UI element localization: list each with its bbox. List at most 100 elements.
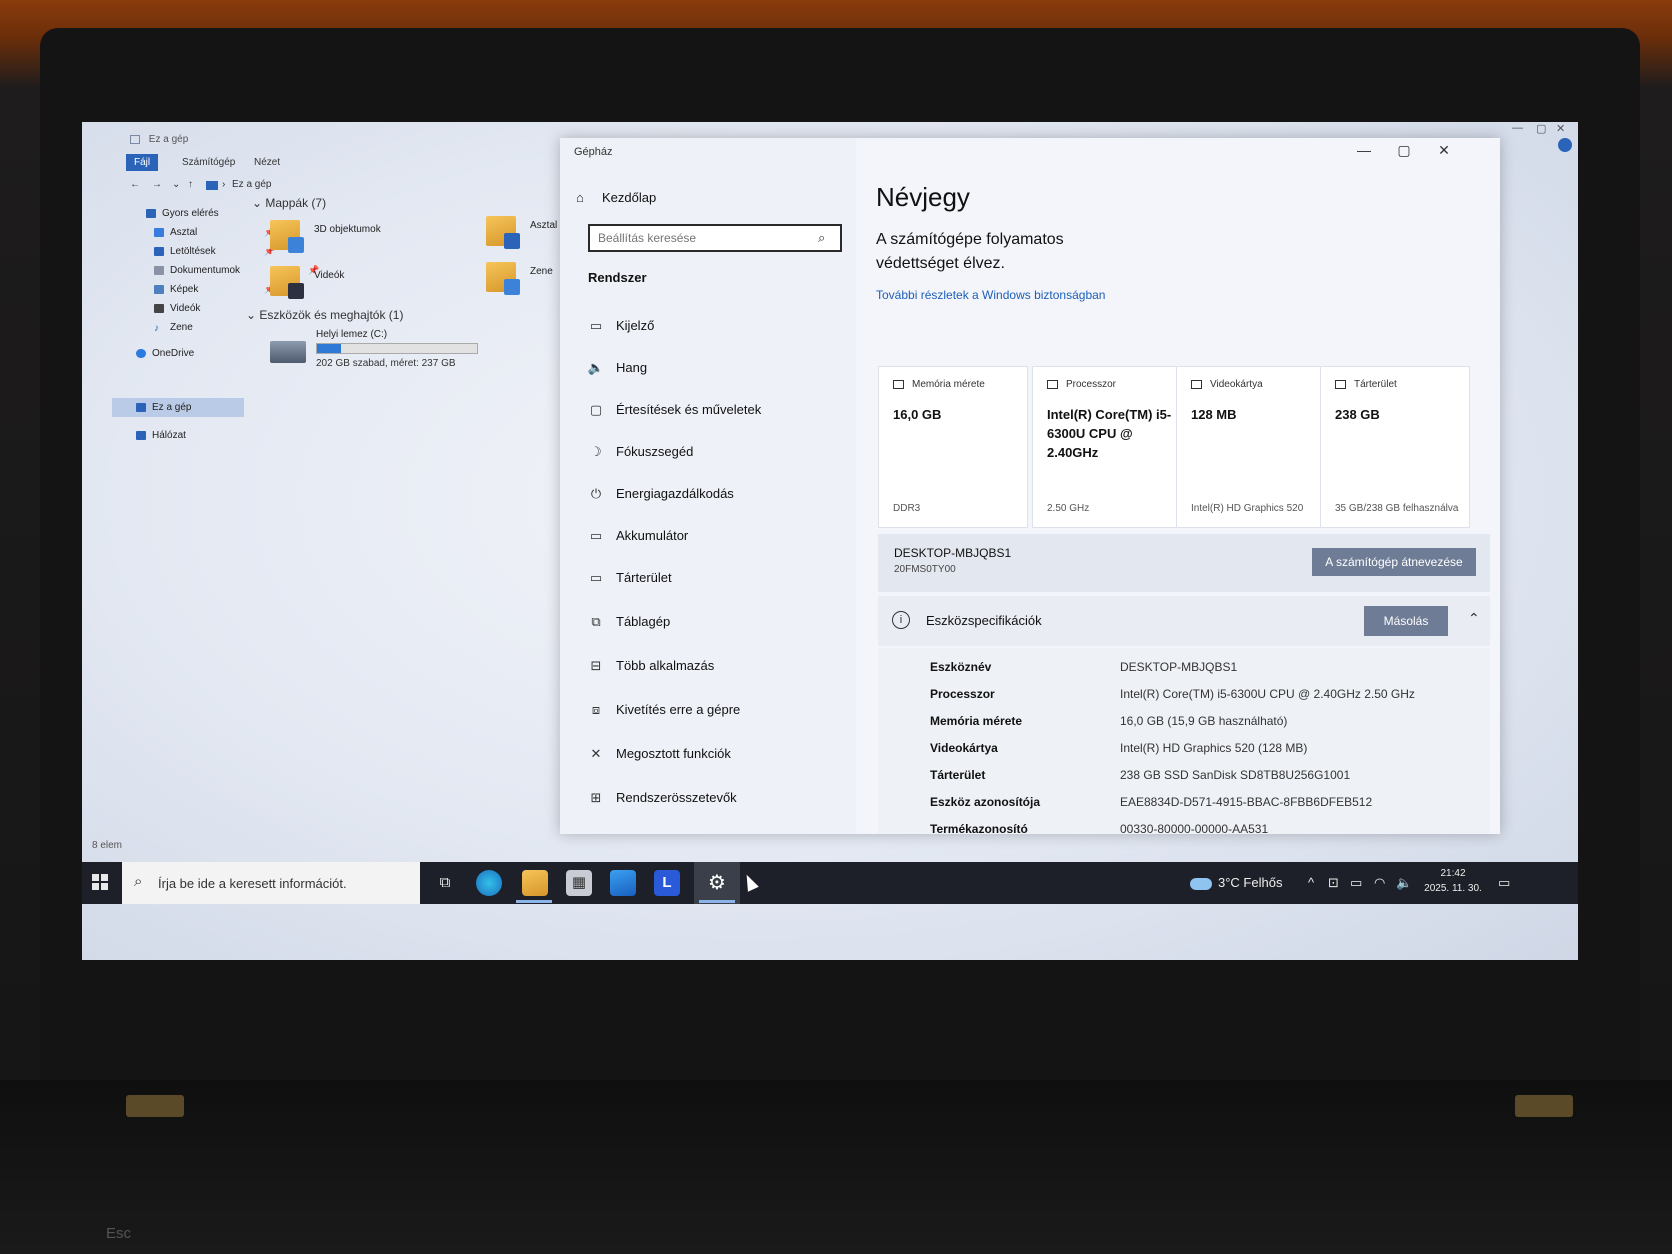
ribbon-tab-view[interactable]: Nézet <box>246 154 288 171</box>
weather-widget[interactable]: 3°C Felhős <box>1190 875 1282 890</box>
chevron-down-icon[interactable]: ⌄ <box>172 179 180 190</box>
spec-card-sub: 2.50 GHz <box>1047 503 1090 514</box>
settings-home-link[interactable]: ⌂ Kezdőlap <box>576 190 656 205</box>
spec-value: 238 GB SSD SanDisk SD8TB8U256G1001 <box>1120 768 1351 782</box>
help-icon[interactable] <box>1558 138 1572 152</box>
spec-value: 00330-80000-00000-AA531 <box>1120 822 1269 834</box>
folders-section-header[interactable]: ⌄ Mappák (7) <box>252 196 326 210</box>
nav-item-network[interactable]: Hálózat <box>136 430 186 441</box>
nav-item-music[interactable]: ♪ Zene <box>154 322 193 334</box>
nav-item-this-pc[interactable]: Ez a gép <box>136 402 191 413</box>
nav-item-videos[interactable]: Videók <box>154 303 200 314</box>
desktop-icon <box>154 227 164 237</box>
store-icon[interactable]: ▦ <box>566 870 592 896</box>
settings-section-title: Rendszer <box>588 270 647 285</box>
settings-nav-item[interactable]: ⧉ Táblagép <box>586 614 670 630</box>
spec-value: Intel(R) HD Graphics 520 (128 MB) <box>1120 741 1308 755</box>
settings-minimize-button[interactable]: — <box>1352 142 1376 158</box>
spec-key: Termékazonosító <box>930 822 1028 834</box>
settings-nav-item[interactable]: ⧈ Kivetítés erre a gépre <box>586 702 740 718</box>
app-l-icon[interactable]: L <box>654 870 680 896</box>
task-view-icon[interactable]: ⧉ <box>432 870 458 896</box>
settings-search-input[interactable] <box>588 224 842 252</box>
settings-sidebar: Gépház ⌂Kezdőlap ⌕ Rendszer ▭Kijelző 🔈Han… <box>560 138 856 834</box>
spec-key: Videokártya <box>930 741 998 755</box>
security-details-link[interactable]: További részletek a Windows biztonságban <box>876 288 1105 302</box>
spec-card: Processzor Intel(R) Core(TM) i5-6300U CPU… <box>1032 366 1182 528</box>
nav-item-onedrive[interactable]: OneDrive <box>136 348 194 359</box>
settings-nav-item[interactable]: ▭ Akkumulátor <box>586 528 688 544</box>
file-explorer-icon[interactable] <box>522 870 548 896</box>
settings-nav-item[interactable]: ▭ Kijelző <box>586 318 654 334</box>
settings-nav-item[interactable]: ✕ Megosztott funkciók <box>586 746 731 762</box>
explorer-title-bar: Ez a gép <box>130 134 188 145</box>
settings-nav-item[interactable]: ⊟ Több alkalmazás <box>586 658 715 674</box>
address-path[interactable]: Ez a gép <box>232 179 271 190</box>
settings-title: Gépház <box>574 146 613 158</box>
settings-nav-item[interactable]: ▭ Tárterület <box>586 570 672 586</box>
spec-card-value: Intel(R) Core(TM) i5-6300U CPU @ 2.40GHz <box>1047 407 1172 460</box>
tablet-icon: ⧉ <box>591 614 601 629</box>
drive-usage-bar <box>316 343 478 354</box>
computer-icon <box>206 181 218 190</box>
chevron-up-icon[interactable]: ^ <box>1308 875 1314 890</box>
taskbar: ⌕ Írja be ide a keresett információt. ⧉ … <box>82 862 1578 904</box>
spec-key: Processzor <box>930 687 995 701</box>
nav-item-downloads[interactable]: Letöltések 📌 <box>154 246 275 257</box>
settings-nav-item[interactable]: 🔈 Hang <box>586 360 647 376</box>
settings-close-button[interactable]: ✕ <box>1432 142 1456 159</box>
settings-nav-item[interactable]: ☽ Fókuszsegéd <box>586 444 693 460</box>
copy-button[interactable]: Másolás <box>1364 606 1448 636</box>
explorer-close-button[interactable]: ✕ <box>1556 122 1565 135</box>
action-center-icon[interactable]: ▭ <box>1498 875 1510 891</box>
back-arrow-icon[interactable]: ← <box>130 179 140 190</box>
settings-gear-icon[interactable]: ⚙ <box>704 870 730 896</box>
spec-key: Eszköznév <box>930 660 992 674</box>
meet-now-icon[interactable]: ⊡ <box>1328 875 1339 891</box>
up-arrow-icon[interactable]: ↑ <box>188 179 193 190</box>
device-name-bar: DESKTOP-MBJQBS1 20FMS0TY00 A számítógép … <box>878 534 1490 592</box>
outlook-icon[interactable] <box>610 870 636 896</box>
settings-nav-item[interactable]: ▢ Értesítések és műveletek <box>586 402 761 418</box>
volume-icon[interactable]: 🔈 <box>1396 875 1412 891</box>
active-app-indicator <box>516 900 552 903</box>
settings-maximize-button[interactable]: ▢ <box>1392 142 1416 159</box>
rename-pc-button[interactable]: A számítógép átnevezése <box>1312 548 1476 576</box>
nav-item-pictures[interactable]: Képek📌 <box>154 284 275 295</box>
search-icon: ⌕ <box>134 873 143 890</box>
search-icon[interactable]: ⌕ <box>818 230 825 246</box>
folder-icon <box>270 266 304 299</box>
computer-icon <box>130 134 140 144</box>
forward-arrow-icon[interactable]: → <box>152 179 162 190</box>
device-specs-header[interactable]: i Eszközspecifikációk Másolás ⌃ <box>878 596 1490 646</box>
drive-usage-fill <box>317 344 341 353</box>
chevron-up-icon[interactable]: ⌃ <box>1468 610 1480 627</box>
taskbar-search-box[interactable]: ⌕ Írja be ide a keresett információt. <box>122 862 420 904</box>
video-icon <box>154 303 164 313</box>
moon-icon: ☽ <box>590 444 602 459</box>
active-app-indicator <box>699 900 735 903</box>
explorer-minimize-button[interactable]: — <box>1512 122 1523 134</box>
spec-card: Tárterület 238 GB 35 GB/238 GB felhasználv… <box>1320 366 1470 528</box>
folder-icon <box>486 216 520 249</box>
settings-nav-item[interactable]: ⊞ Rendszerösszetevők <box>586 790 737 806</box>
wifi-icon[interactable]: ◠ <box>1374 875 1385 891</box>
drives-section-header[interactable]: ⌄ Eszközök és meghajtók (1) <box>246 308 403 322</box>
ribbon-tab-computer[interactable]: Számítógép <box>174 154 243 171</box>
nav-item-quick-access[interactable]: Gyors elérés <box>146 208 219 219</box>
taskbar-clock[interactable]: 21:42 2025. 11. 30. <box>1418 866 1488 896</box>
settings-nav-item[interactable]: ⏻ Energiagazdálkodás <box>586 486 734 502</box>
ribbon-tab-file[interactable]: Fájl <box>126 154 159 171</box>
nav-item-desktop[interactable]: Asztal📌 <box>154 227 275 238</box>
notification-icon: ▢ <box>589 402 603 417</box>
drive-icon <box>270 341 306 363</box>
windows-start-button[interactable] <box>92 874 108 890</box>
spec-card: Memória mérete 16,0 GB DDR3 <box>878 366 1028 528</box>
explorer-maximize-button[interactable]: ▢ <box>1536 122 1546 135</box>
battery-icon[interactable]: ▭ <box>1350 875 1362 891</box>
esc-key: Esc <box>106 1225 132 1242</box>
computer-icon <box>136 402 146 412</box>
spec-card-sub: 35 GB/238 GB felhasználva <box>1335 503 1459 514</box>
edge-browser-icon[interactable] <box>476 870 502 896</box>
nav-item-documents[interactable]: Dokumentumok 📌 <box>154 265 319 276</box>
